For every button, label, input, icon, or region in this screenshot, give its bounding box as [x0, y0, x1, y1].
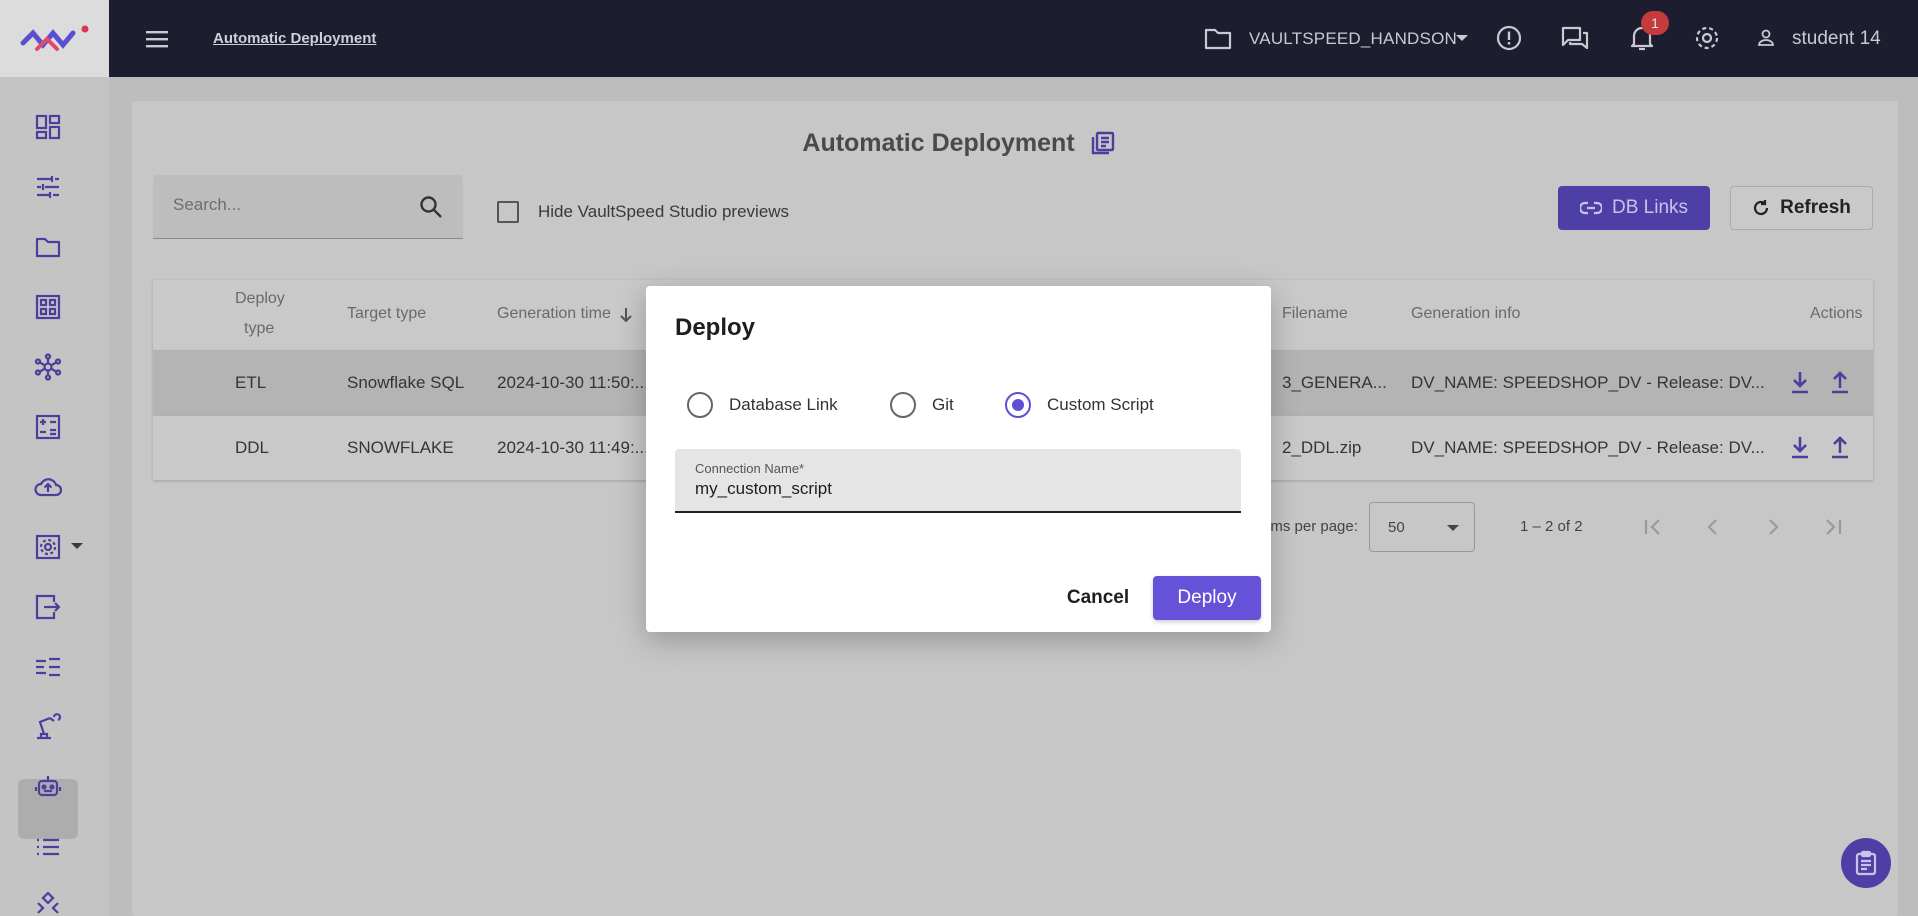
refresh-icon	[1752, 199, 1770, 217]
cell-generation-time: 2024-10-30 11:49:...	[497, 438, 647, 457]
download-icon[interactable]	[1787, 434, 1813, 460]
header-actions: Actions	[1810, 305, 1863, 322]
first-page-icon[interactable]	[1640, 514, 1666, 540]
hub-icon[interactable]	[30, 349, 66, 385]
cell-deploy-type: ETL	[235, 373, 267, 392]
project-selector[interactable]: VAULTSPEED_HANDSON	[1249, 29, 1457, 49]
folder-icon[interactable]	[1202, 22, 1234, 54]
radio-git[interactable]: Git	[890, 392, 954, 418]
page-size-value: 50	[1388, 519, 1405, 536]
connection-name-field[interactable]: Connection Name*	[675, 449, 1241, 513]
docs-icon[interactable]	[1090, 130, 1116, 156]
connection-name-label: Connection Name*	[695, 461, 805, 476]
header-deploy-type[interactable]: Deploy	[235, 290, 285, 308]
db-links-button[interactable]: DB Links	[1558, 186, 1710, 230]
cell-generation-info: DV_NAME: SPEEDSHOP_DV - Release: DV...	[1411, 438, 1765, 457]
radio-label: Database Link	[729, 395, 838, 414]
robot-icon[interactable]	[30, 769, 66, 805]
grid-icon[interactable]	[30, 289, 66, 325]
next-page-icon[interactable]	[1760, 514, 1786, 540]
chat-icon[interactable]	[1559, 22, 1591, 54]
radio-button[interactable]	[687, 392, 713, 418]
robot-arm-icon[interactable]	[30, 709, 66, 745]
upload-icon[interactable]	[1827, 434, 1853, 460]
page-size-select[interactable]: 50	[1369, 502, 1475, 552]
cell-generation-time: 2024-10-30 11:50:...	[497, 373, 647, 392]
search-input[interactable]	[173, 195, 413, 215]
sidebar	[0, 77, 109, 916]
header-generation-time[interactable]: Generation time	[497, 305, 611, 323]
calculator-icon[interactable]	[30, 409, 66, 445]
network-icon[interactable]	[30, 885, 66, 916]
menu-icon[interactable]	[144, 26, 170, 52]
export-icon[interactable]	[30, 589, 66, 625]
refresh-button[interactable]: Refresh	[1730, 186, 1873, 230]
deploy-dialog: Deploy Database Link Git Custom Script C…	[646, 286, 1271, 632]
upload-icon[interactable]	[1827, 369, 1853, 395]
cell-filename: 3_GENERA...	[1282, 373, 1387, 392]
cell-deploy-type: DDL	[235, 438, 270, 457]
radio-label: Custom Script	[1047, 395, 1154, 414]
header-generation-info[interactable]: Generation info	[1411, 305, 1520, 323]
page-range: 1 – 2 of 2	[1520, 518, 1583, 535]
radio-database-link[interactable]: Database Link	[687, 392, 838, 418]
clipboard-icon	[1854, 850, 1878, 876]
chevron-down-icon[interactable]	[70, 541, 84, 551]
notification-badge: 1	[1641, 11, 1669, 35]
arrow-down-icon[interactable]	[619, 307, 633, 323]
folder-icon[interactable]	[30, 229, 66, 265]
tune-icon[interactable]	[30, 169, 66, 205]
search-icon[interactable]	[419, 195, 443, 219]
radio-button-selected[interactable]	[1005, 392, 1031, 418]
cell-filename: 2_DDL.zip	[1282, 438, 1362, 457]
user-icon[interactable]	[1750, 22, 1782, 54]
user-name[interactable]: student 14	[1792, 28, 1881, 50]
gear-icon[interactable]	[1691, 22, 1723, 54]
top-bar: Automatic Deployment VAULTSPEED_HANDSON …	[0, 0, 1918, 77]
chevron-down-icon[interactable]	[1446, 22, 1478, 54]
header-target-type[interactable]: Target type	[347, 305, 426, 323]
last-page-icon[interactable]	[1820, 514, 1846, 540]
hide-previews-label: Hide VaultSpeed Studio previews	[538, 202, 790, 221]
link-icon	[1579, 201, 1602, 215]
header-filename[interactable]: Filename	[1282, 305, 1348, 323]
radio-label: Git	[932, 395, 954, 414]
logo-icon	[20, 25, 88, 51]
cell-generation-info: DV_NAME: SPEEDSHOP_DV - Release: DV...	[1411, 373, 1765, 392]
list-icon[interactable]	[30, 829, 66, 865]
alert-icon[interactable]	[1493, 22, 1525, 54]
previous-page-icon[interactable]	[1700, 514, 1726, 540]
page-title: Automatic Deployment	[0, 128, 1918, 158]
cell-target-type: SNOWFLAKE	[347, 438, 454, 457]
header-deploy-type-line2[interactable]: type	[244, 320, 274, 338]
cell-target-type: Snowflake SQL	[347, 373, 465, 392]
vaultspeed-logo[interactable]	[0, 0, 109, 77]
cloud-upload-icon[interactable]	[30, 469, 66, 505]
breadcrumb-title[interactable]: Automatic Deployment	[213, 30, 376, 47]
cancel-button[interactable]: Cancel	[1058, 576, 1138, 620]
search-field[interactable]	[153, 175, 463, 239]
chevron-down-icon	[1446, 523, 1460, 533]
radio-custom-script[interactable]: Custom Script	[1005, 392, 1154, 418]
connection-name-input[interactable]	[695, 479, 1215, 499]
items-per-page-label: ems per page:	[1262, 518, 1358, 535]
radio-button[interactable]	[890, 392, 916, 418]
list-check-icon[interactable]	[30, 649, 66, 685]
deploy-button[interactable]: Deploy	[1153, 576, 1261, 620]
settings-box-icon[interactable]	[30, 529, 66, 565]
dialog-title: Deploy	[675, 314, 756, 341]
hide-previews-checkbox[interactable]	[497, 201, 519, 223]
download-icon[interactable]	[1787, 369, 1813, 395]
feedback-fab[interactable]	[1841, 838, 1891, 888]
